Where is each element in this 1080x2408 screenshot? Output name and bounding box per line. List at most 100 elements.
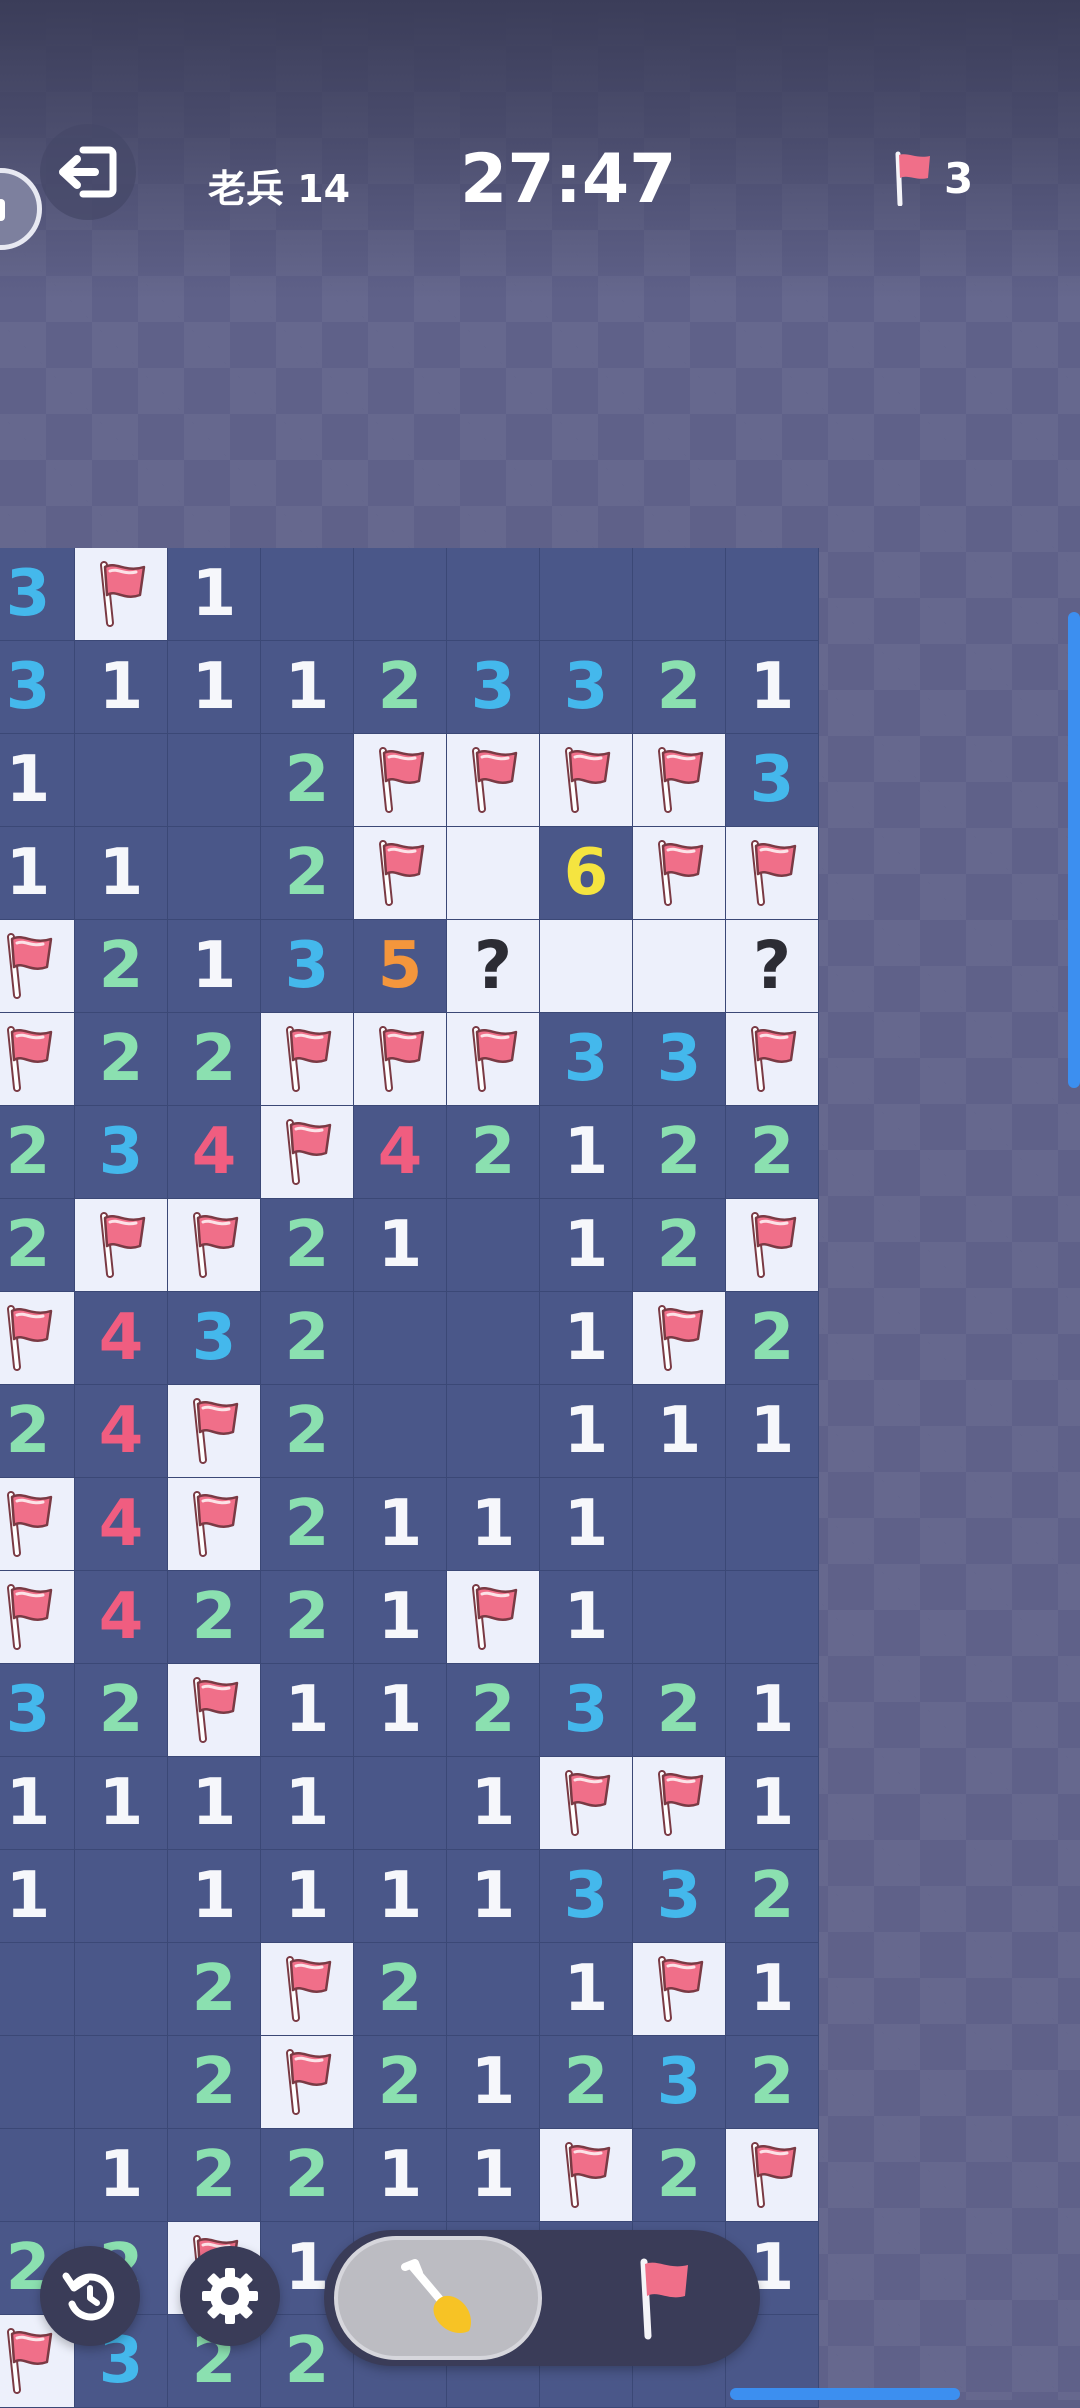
number-cell[interactable]: 2 [0, 1106, 75, 1199]
flagged-cell[interactable] [354, 827, 447, 920]
number-cell[interactable]: 3 [0, 548, 75, 641]
vertical-scrollbar[interactable] [1068, 612, 1080, 1088]
flagged-cell[interactable] [168, 1385, 261, 1478]
number-cell[interactable]: 1 [540, 1571, 633, 1664]
unrevealed-cell[interactable] [447, 827, 540, 920]
number-cell[interactable]: 1 [354, 1571, 447, 1664]
flagged-cell[interactable] [0, 920, 75, 1013]
number-cell[interactable]: 4 [75, 1571, 168, 1664]
number-cell[interactable]: 3 [0, 1664, 75, 1757]
flagged-cell[interactable] [726, 1199, 819, 1292]
number-cell[interactable]: 1 [168, 920, 261, 1013]
number-cell[interactable]: 1 [168, 548, 261, 641]
flagged-cell[interactable] [633, 1757, 726, 1850]
number-cell[interactable]: 1 [726, 1385, 819, 1478]
number-cell[interactable]: 3 [168, 1292, 261, 1385]
number-cell[interactable]: 2 [261, 1385, 354, 1478]
number-cell[interactable]: 2 [540, 2036, 633, 2129]
flagged-cell[interactable] [540, 2129, 633, 2222]
empty-cell[interactable] [0, 2129, 75, 2222]
flagged-cell[interactable] [75, 1199, 168, 1292]
number-cell[interactable]: 2 [726, 2036, 819, 2129]
number-cell[interactable]: 1 [726, 1757, 819, 1850]
number-cell[interactable]: 3 [633, 1850, 726, 1943]
empty-cell[interactable] [447, 1199, 540, 1292]
empty-cell[interactable] [75, 1943, 168, 2036]
flagged-cell[interactable] [633, 734, 726, 827]
number-cell[interactable]: 1 [354, 1199, 447, 1292]
number-cell[interactable]: 2 [261, 1571, 354, 1664]
flag-mode-button[interactable] [574, 2236, 750, 2360]
number-cell[interactable]: 1 [354, 1850, 447, 1943]
undo-button[interactable] [40, 2246, 140, 2346]
number-cell[interactable]: 1 [261, 1850, 354, 1943]
flagged-cell[interactable] [447, 1571, 540, 1664]
empty-cell[interactable] [0, 2036, 75, 2129]
empty-cell[interactable] [447, 1943, 540, 2036]
empty-cell[interactable] [168, 827, 261, 920]
flagged-cell[interactable] [0, 1571, 75, 1664]
number-cell[interactable]: 3 [261, 920, 354, 1013]
flagged-cell[interactable] [261, 1943, 354, 2036]
number-cell[interactable]: 1 [75, 827, 168, 920]
flagged-cell[interactable] [261, 1013, 354, 1106]
number-cell[interactable]: 1 [354, 1664, 447, 1757]
flagged-cell[interactable] [540, 734, 633, 827]
empty-cell[interactable] [354, 1385, 447, 1478]
number-cell[interactable]: 1 [726, 641, 819, 734]
empty-cell[interactable] [447, 1292, 540, 1385]
flagged-cell[interactable] [261, 2036, 354, 2129]
empty-cell[interactable] [726, 1478, 819, 1571]
flagged-cell[interactable] [0, 1292, 75, 1385]
settings-button[interactable] [180, 2246, 280, 2346]
number-cell[interactable]: 3 [447, 641, 540, 734]
flagged-cell[interactable] [75, 548, 168, 641]
number-cell[interactable]: 4 [75, 1478, 168, 1571]
empty-cell[interactable] [633, 548, 726, 641]
number-cell[interactable]: 2 [633, 1199, 726, 1292]
number-cell[interactable]: 3 [540, 1850, 633, 1943]
number-cell[interactable]: 2 [168, 2129, 261, 2222]
number-cell[interactable]: 3 [540, 1664, 633, 1757]
empty-cell[interactable] [447, 548, 540, 641]
flagged-cell[interactable] [633, 1292, 726, 1385]
number-cell[interactable]: 6 [540, 827, 633, 920]
number-cell[interactable]: 2 [726, 1850, 819, 1943]
number-cell[interactable]: 2 [726, 1292, 819, 1385]
empty-cell[interactable] [354, 548, 447, 641]
number-cell[interactable]: 1 [354, 2129, 447, 2222]
empty-cell[interactable] [75, 2036, 168, 2129]
number-cell[interactable]: 1 [75, 2129, 168, 2222]
number-cell[interactable]: 2 [75, 1013, 168, 1106]
number-cell[interactable]: 1 [540, 1106, 633, 1199]
number-cell[interactable]: 2 [261, 734, 354, 827]
number-cell[interactable]: 1 [726, 1943, 819, 2036]
number-cell[interactable]: 1 [540, 1478, 633, 1571]
flagged-cell[interactable] [168, 1664, 261, 1757]
number-cell[interactable]: 3 [540, 641, 633, 734]
empty-cell[interactable] [726, 1571, 819, 1664]
number-cell[interactable]: 1 [0, 734, 75, 827]
number-cell[interactable]: 1 [261, 641, 354, 734]
number-cell[interactable]: 1 [261, 1757, 354, 1850]
number-cell[interactable]: 1 [168, 641, 261, 734]
number-cell[interactable]: 1 [168, 1850, 261, 1943]
flagged-cell[interactable] [447, 734, 540, 827]
number-cell[interactable]: 2 [168, 1013, 261, 1106]
number-cell[interactable]: 2 [633, 641, 726, 734]
number-cell[interactable]: 2 [261, 2129, 354, 2222]
empty-cell[interactable] [261, 548, 354, 641]
number-cell[interactable]: 1 [447, 1757, 540, 1850]
number-cell[interactable]: 1 [726, 1664, 819, 1757]
number-cell[interactable]: 3 [726, 734, 819, 827]
number-cell[interactable]: 1 [168, 1757, 261, 1850]
unrevealed-cell[interactable] [540, 920, 633, 1013]
flagged-cell[interactable] [540, 1757, 633, 1850]
number-cell[interactable]: 3 [633, 2036, 726, 2129]
number-cell[interactable]: 4 [75, 1292, 168, 1385]
number-cell[interactable]: 1 [0, 1850, 75, 1943]
flagged-cell[interactable] [168, 1199, 261, 1292]
number-cell[interactable]: 1 [261, 1664, 354, 1757]
number-cell[interactable]: 2 [726, 1106, 819, 1199]
number-cell[interactable]: 1 [447, 2036, 540, 2129]
